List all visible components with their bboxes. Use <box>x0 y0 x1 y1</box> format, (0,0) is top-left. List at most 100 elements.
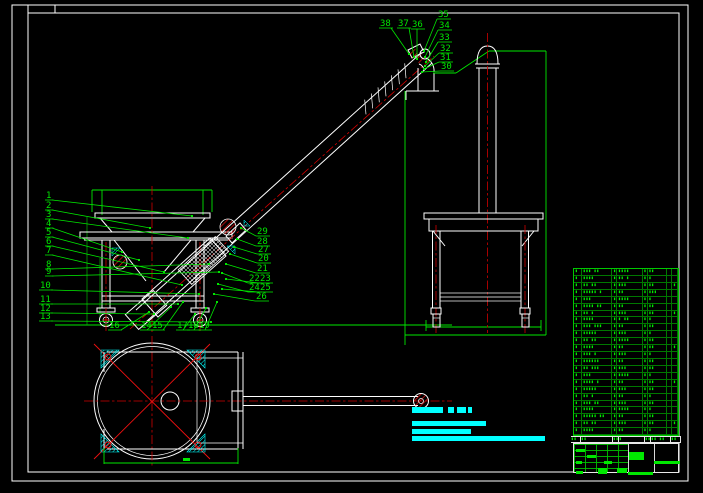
leader-endpoint-dot <box>423 50 425 52</box>
leader-endpoint-dot <box>424 56 426 58</box>
bom-row: ▮▮▮▮▮▮▮▮▮▮▮▮▮ <box>574 386 678 394</box>
trolley-frame <box>103 351 244 450</box>
leader-endpoint-dot <box>225 263 227 265</box>
leader-endpoint-dot <box>149 227 151 229</box>
bom-cell: ▮▮▮▮▮ <box>582 386 613 393</box>
bom-cell: ▮▮▮▮ <box>617 296 643 303</box>
technical-note-bar <box>412 436 545 441</box>
bom-cell: ▮ <box>574 296 582 303</box>
title-block-text-bar <box>587 455 596 458</box>
leader-endpoint-dot <box>148 311 150 313</box>
bom-cell: ▮ <box>574 338 582 345</box>
bom-cell: ▮▮ <box>648 400 668 407</box>
bom-cell <box>672 352 678 358</box>
bom-cell: ▮ <box>672 345 678 352</box>
callout-leader <box>213 293 256 302</box>
leader-endpoint-dot <box>213 293 215 295</box>
leader-endpoint-dot <box>121 251 123 253</box>
callout-leader <box>50 312 155 315</box>
leader-endpoint-dot <box>233 246 235 248</box>
bom-cell: ▮▮▮▮ <box>582 275 613 282</box>
bom-cell: ▮▮ <box>617 358 643 365</box>
bom-row: ▮▮▮▮▮▮▮▮▮▮▮▮▮ <box>574 358 678 366</box>
bom-cell: ▮▮ <box>648 379 668 386</box>
bom-cell: ▮ <box>574 345 582 352</box>
leader-endpoint-dot <box>153 313 155 315</box>
callout-37: 37 <box>398 19 409 29</box>
bom-cell: ▮ <box>574 379 582 386</box>
leader-endpoint-dot <box>425 61 427 63</box>
leader-endpoint-dot <box>424 65 426 67</box>
bom-cell: ▮▮▮▮ <box>617 407 643 414</box>
bom-cell: ▮▮▮▮ <box>617 269 643 275</box>
bom-cell: ▮ <box>672 282 678 289</box>
leader-endpoint-dot <box>225 278 227 280</box>
callout-16: 16 <box>109 321 120 331</box>
bom-cell: ▮▮ <box>648 324 668 331</box>
leader-endpoint-dot <box>177 303 179 305</box>
bom-row: ▮▮▮ ▮▮▮▮▮▮▮▮▮▮ <box>574 365 678 373</box>
bom-cell: ▮▮▮ <box>582 296 613 303</box>
bom-cell: ▮▮ <box>648 386 668 393</box>
callout-33: 33 <box>439 33 450 43</box>
bom-cell: ▮▮ ▮▮ <box>582 282 613 289</box>
bom-cell: ▮ <box>574 324 582 331</box>
leader-endpoint-dot <box>221 288 223 290</box>
bom-cell: ▮▮ <box>617 289 643 296</box>
bom-cell: ▮ <box>574 407 582 414</box>
bom-cell <box>672 386 678 393</box>
bom-cell: ▮▮ <box>617 345 643 352</box>
parts-list-header-row: ▮▮ ▮▮ ▮▮ ▮ ▮▮ ▮▮ ▮▮ ▮▮ <box>571 436 681 443</box>
bom-row: ▮▮▮▮▮▮ ▮▮▮▮▮▮▮▮ <box>574 414 678 422</box>
bom-header-cell: ▮▮ <box>671 437 681 442</box>
bom-cell: ▮▮▮ ▮▮▮ <box>582 324 613 331</box>
bom-cell: ▮ <box>574 303 582 310</box>
bom-header-cell: ▮ <box>619 437 645 442</box>
bom-cell: ▮▮▮ <box>617 400 643 407</box>
bom-cell: ▮▮ <box>617 324 643 331</box>
bom-cell: ▮▮▮ <box>648 289 668 296</box>
bom-cell: ▮ <box>574 358 582 365</box>
bom-cell: ▮ <box>574 289 582 296</box>
bom-cell: ▮ <box>574 414 582 421</box>
bom-cell: ▮ <box>574 372 582 379</box>
leader-endpoint-dot <box>170 306 172 308</box>
bom-cell <box>672 275 678 282</box>
title-block-text-bar <box>617 468 627 473</box>
leader-endpoint-dot <box>413 56 415 58</box>
bom-cell <box>672 400 678 407</box>
bom-cell: ▮▮▮▮▮ ▮▮ <box>582 414 613 421</box>
bom-cell: ▮ <box>648 331 668 338</box>
bom-cell: ▮ <box>574 317 582 324</box>
bom-row: ▮ ▮▮ ▮ ▮ ▮▮ ▮ ▮ <box>574 393 678 401</box>
bom-cell: ▮ <box>648 317 668 324</box>
bom-cell: ▮▮ <box>648 303 668 310</box>
leader-endpoint-dot <box>216 301 218 303</box>
bom-cell: ▮ <box>648 352 668 358</box>
leader-endpoint-dot <box>181 284 183 286</box>
leader-endpoint-dot <box>217 283 219 285</box>
technical-note-bar <box>448 407 454 413</box>
bom-cell <box>672 303 678 310</box>
callout-38: 38 <box>380 19 391 29</box>
bom-cell: ▮▮▮▮ <box>582 407 613 414</box>
bom-cell: ▮▮ <box>648 365 668 372</box>
leader-endpoint-dot <box>210 321 212 323</box>
bom-row: ▮▮▮ ▮▮▮▮▮▮▮▮▮▮ <box>574 338 678 346</box>
callout-34: 34 <box>439 21 450 31</box>
callout-leader <box>50 289 200 295</box>
callout-9: 9 <box>46 267 51 277</box>
technical-note-bar <box>468 407 472 413</box>
callout-1: 1 <box>46 191 51 201</box>
callout-10: 10 <box>40 281 51 291</box>
bom-cell <box>672 338 678 345</box>
callout-18: 18 <box>188 321 199 331</box>
title-block-text-bar <box>598 468 607 474</box>
bom-cell: ▮▮▮▮▮ <box>582 331 613 338</box>
cad-drawing-canvas[interactable]: 1 2 3 4 5 6 7 8 9 10 11 12 13 38 37 36 35 34 33 32 31 30 29 28 2… <box>0 0 703 493</box>
bom-cell: ▮ <box>574 269 582 275</box>
side-casters <box>430 307 531 328</box>
callout-annotations: 1234567891011121338 37 3635343332313029282… <box>39 10 454 331</box>
bom-cell <box>672 372 678 379</box>
bom-cell: ▮▮▮▮ <box>582 428 613 435</box>
